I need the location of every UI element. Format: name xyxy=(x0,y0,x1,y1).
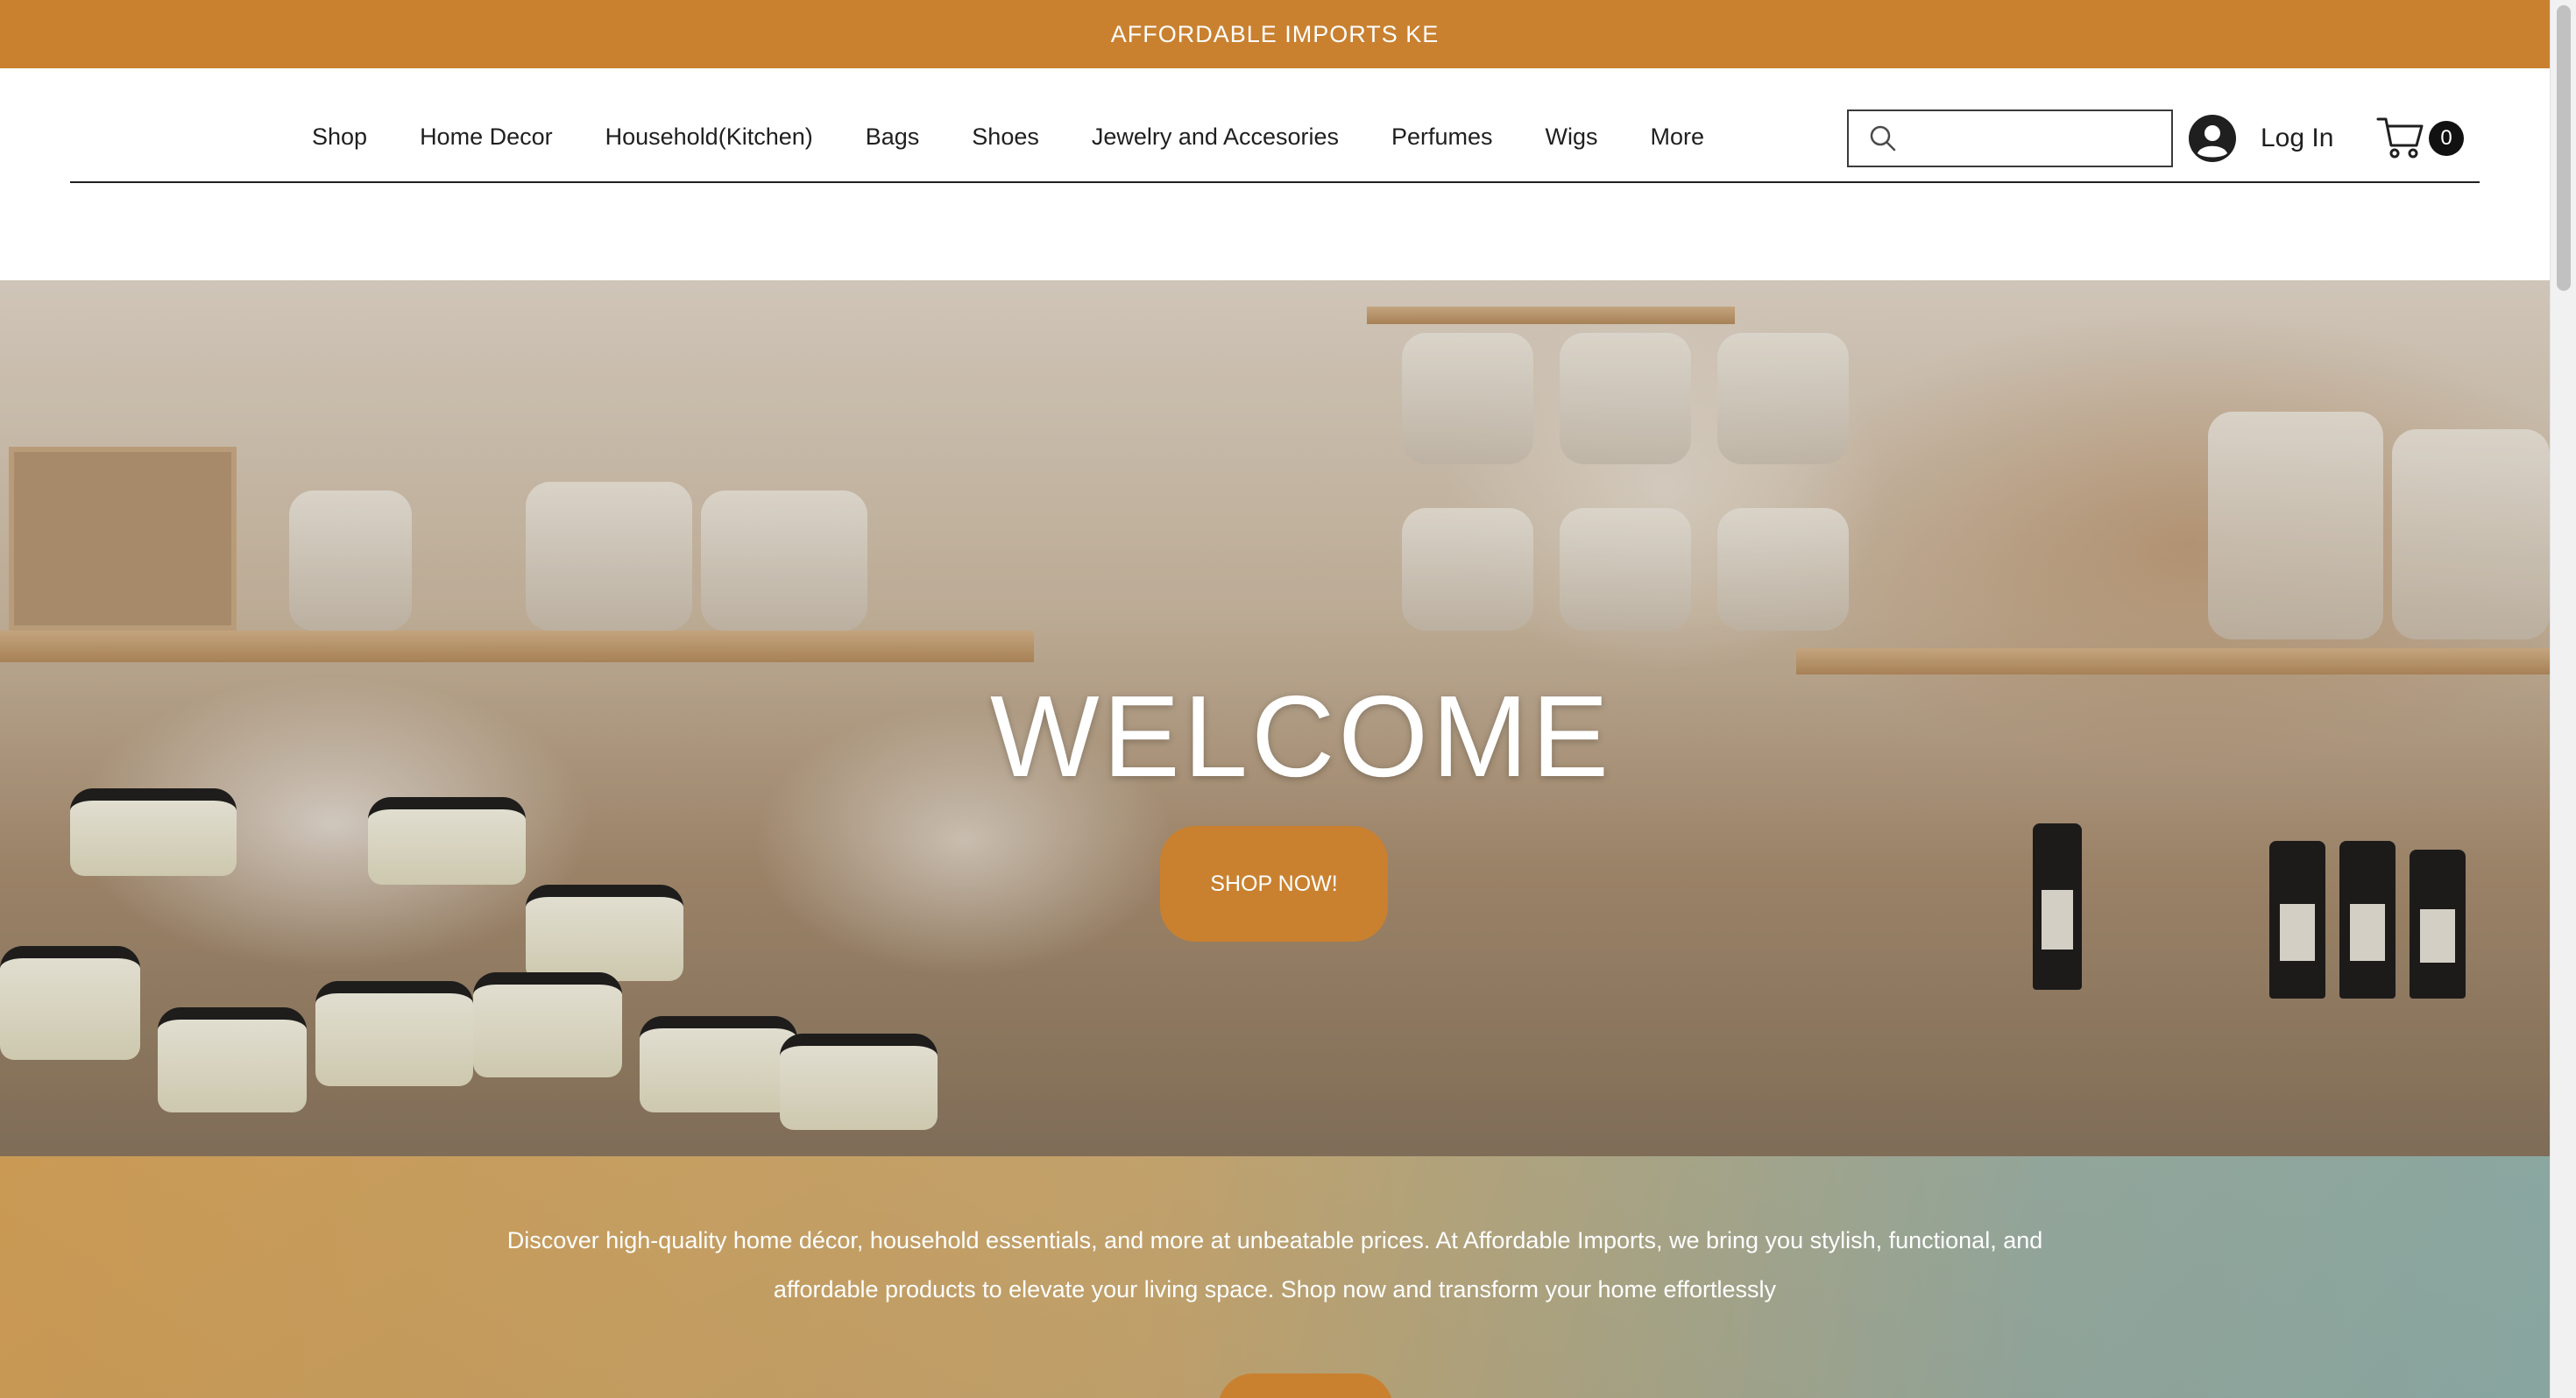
site-header xyxy=(0,68,2550,280)
intro-band: Discover high-quality home décor, househ… xyxy=(0,1156,2550,1398)
search-input[interactable] xyxy=(1898,111,2219,166)
nav-item-shoes[interactable]: Shoes xyxy=(972,124,1039,151)
announcement-text: AFFORDABLE IMPORTS KE xyxy=(1110,20,1440,47)
announcement-bar: AFFORDABLE IMPORTS KE xyxy=(0,0,2550,68)
nav-item-perfumes[interactable]: Perfumes xyxy=(1391,124,1493,151)
search-box[interactable] xyxy=(1847,109,2219,167)
nav-item-shop[interactable]: Shop xyxy=(312,124,367,151)
shop-now-button[interactable]: SHOP NOW! xyxy=(1160,826,1388,942)
nav-item-wigs[interactable]: Wigs xyxy=(1546,124,1598,151)
shopping-cart-icon xyxy=(2376,117,2424,159)
cart-count-badge: 0 xyxy=(2429,121,2464,156)
hero-title: WELCOME xyxy=(990,672,1613,801)
cart-button[interactable]: 0 xyxy=(2376,114,2467,163)
intro-text: Discover high-quality home décor, househ… xyxy=(506,1227,2043,1303)
nav-item-jewelry-accessories[interactable]: Jewelry and Accesories xyxy=(1092,124,1339,151)
intro-cta-button[interactable] xyxy=(1218,1373,1393,1398)
user-avatar-icon xyxy=(2189,115,2236,162)
main-nav: Shop Home Decor Household(Kitchen) Bags … xyxy=(312,117,1704,156)
login-button[interactable]: Log In xyxy=(2189,112,2333,165)
page-scrollbar[interactable] xyxy=(2550,0,2576,1398)
nav-item-home-decor[interactable]: Home Decor xyxy=(420,124,553,151)
search-icon xyxy=(1870,125,1896,152)
nav-item-bags[interactable]: Bags xyxy=(866,124,920,151)
login-label: Log In xyxy=(2261,124,2334,152)
nav-item-household-kitchen[interactable]: Household(Kitchen) xyxy=(605,124,813,151)
header-divider xyxy=(70,181,2480,183)
scrollbar-thumb[interactable] xyxy=(2557,5,2571,291)
nav-item-more[interactable]: More xyxy=(1651,124,1705,151)
hero-section: WELCOME SHOP NOW! Discover high-quality … xyxy=(0,280,2550,1398)
